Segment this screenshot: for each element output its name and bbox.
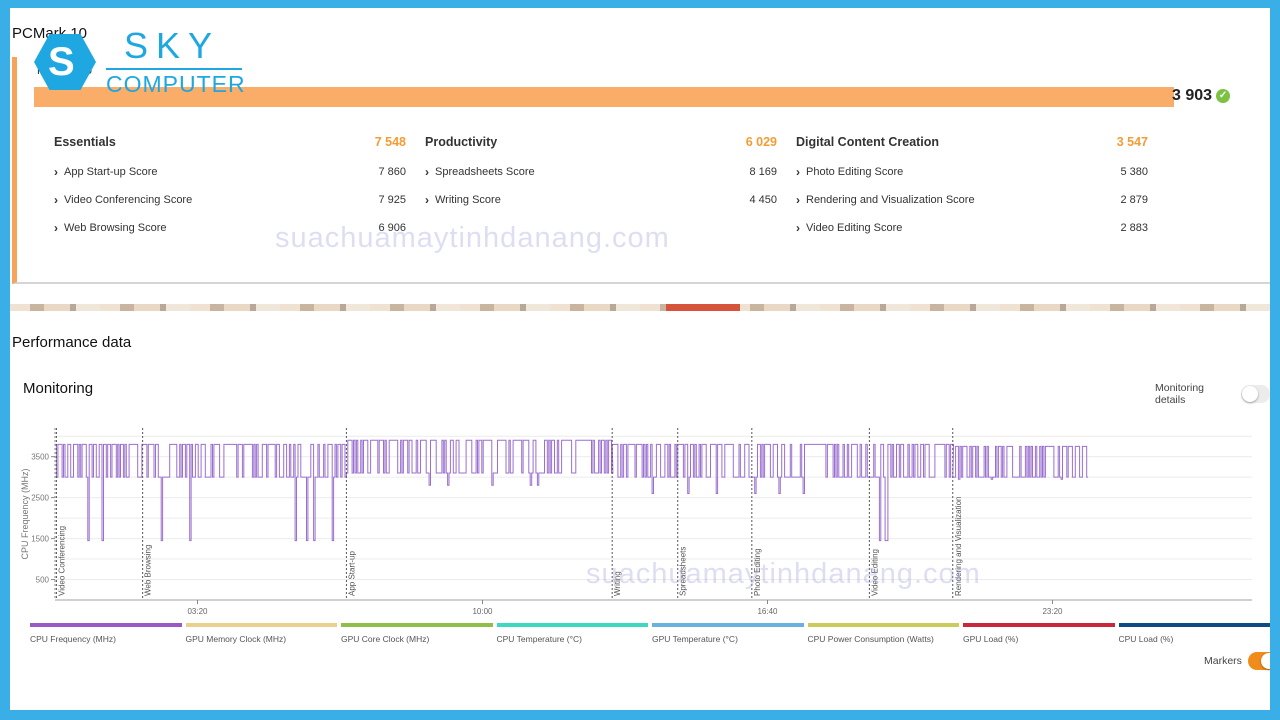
legend-swatch <box>1118 623 1270 627</box>
legend-label: GPU Memory Clock (MHz) <box>185 634 287 644</box>
score-label: Rendering and Visualization Score <box>806 194 975 206</box>
marker-label: App Start-up <box>347 551 356 596</box>
legend-item[interactable]: GPU Memory Clock (MHz) <box>185 623 337 644</box>
group-name: Essentials <box>54 135 116 149</box>
score-value: 5 380 <box>1120 166 1148 178</box>
legend-item[interactable]: CPU Frequency (MHz) <box>30 623 182 644</box>
group-productivity: Productivity 6 029 › Spreadsheets Score 8 1… <box>425 135 777 209</box>
score-row[interactable]: › Video Conferencing Score 7 925 <box>54 191 406 209</box>
legend-swatch <box>341 623 493 627</box>
y-axis-title: CPU Frequency (MHz) <box>20 468 30 559</box>
group-name: Productivity <box>425 135 498 149</box>
legend-label: CPU Frequency (MHz) <box>30 634 116 644</box>
chevron-right-icon: › <box>54 165 58 179</box>
marker-label: Web Browsing <box>144 545 153 596</box>
legend-swatch <box>652 623 804 627</box>
background-strip-accent <box>666 304 740 311</box>
logo-text-sky: SKY <box>124 25 221 66</box>
marker-label: Video Conferencing <box>57 526 66 596</box>
sky-computer-logo: S SKY COMPUTER <box>24 20 246 100</box>
y-tick-label: 3500 <box>31 453 49 462</box>
logo-text-computer: COMPUTER <box>106 71 246 97</box>
markers-label: Markers <box>1204 655 1242 667</box>
y-tick-label: 2500 <box>31 494 49 503</box>
chevron-right-icon: › <box>425 193 429 207</box>
legend-label: GPU Load (%) <box>963 634 1019 644</box>
group-score: 3 547 <box>1116 135 1148 149</box>
monitoring-details-label: Monitoring details <box>1155 382 1205 406</box>
chevron-right-icon: › <box>796 165 800 179</box>
legend-item[interactable]: CPU Load (%) <box>1118 623 1270 644</box>
y-tick-label: 500 <box>36 576 50 585</box>
score-row[interactable]: › Rendering and Visualization Score 2 879 <box>796 191 1148 209</box>
toggle-knob <box>1260 653 1270 669</box>
legend-label: GPU Temperature (°C) <box>652 634 738 644</box>
monitoring-details-control: Monitoring details <box>1155 382 1270 406</box>
background-strip <box>10 304 1270 311</box>
chevron-right-icon: › <box>54 221 58 235</box>
score-value: 2 883 <box>1120 222 1148 234</box>
x-tick-label: 03:20 <box>187 607 208 616</box>
legend-item[interactable]: CPU Power Consumption (Watts) <box>807 623 959 644</box>
chevron-right-icon: › <box>425 165 429 179</box>
legend-item[interactable]: GPU Load (%) <box>963 623 1115 644</box>
x-tick-label: 16:40 <box>757 607 778 616</box>
legend-swatch <box>30 623 182 627</box>
logo-glyph: S <box>48 40 75 84</box>
legend-label: CPU Temperature (°C) <box>496 634 582 644</box>
score-label: Web Browsing Score <box>64 222 167 234</box>
watermark-text: suachuamaytinhdanang.com <box>586 558 981 590</box>
legend-swatch <box>807 623 959 627</box>
legend-swatch <box>963 623 1115 627</box>
logo-hex-icon: S <box>34 34 96 90</box>
score-row[interactable]: › Video Editing Score 2 883 <box>796 219 1148 237</box>
toggle-knob <box>1241 386 1258 402</box>
chevron-right-icon: › <box>796 193 800 207</box>
score-value: 2 879 <box>1120 194 1148 206</box>
group-digital-content-creation: Digital Content Creation 3 547 › Photo Edi… <box>796 135 1148 237</box>
x-tick-label: 10:00 <box>472 607 493 616</box>
chevron-right-icon: › <box>54 193 58 207</box>
group-name: Digital Content Creation <box>796 135 940 149</box>
legend-swatch <box>496 623 648 627</box>
total-score: 3 903 ✓ <box>1172 87 1231 105</box>
score-value: 8 169 <box>749 166 777 178</box>
watermark-text: suachuamaytinhdanang.com <box>275 222 670 254</box>
markers-control: Markers <box>1204 652 1270 670</box>
group-score: 6 029 <box>745 135 777 149</box>
score-label: Photo Editing Score <box>806 166 904 178</box>
total-score-value: 3 903 <box>1172 87 1213 104</box>
score-label: Video Conferencing Score <box>64 194 193 206</box>
monitoring-title: Monitoring <box>23 380 94 397</box>
legend-label: GPU Core Clock (MHz) <box>341 634 430 644</box>
score-value: 4 450 <box>749 194 777 206</box>
legend-item[interactable]: GPU Temperature (°C) <box>652 623 804 644</box>
score-label: App Start-up Score <box>64 166 158 178</box>
score-row[interactable]: › Writing Score 4 450 <box>425 191 777 209</box>
chart-legend: CPU Frequency (MHz) GPU Memory Clock (MHz… <box>30 623 1270 644</box>
score-label: Video Editing Score <box>806 222 903 234</box>
chevron-right-icon: › <box>796 221 800 235</box>
markers-toggle[interactable] <box>1247 652 1270 670</box>
legend-label: CPU Load (%) <box>1118 634 1174 644</box>
score-label: Spreadsheets Score <box>435 166 535 178</box>
pcmark-result-page: PCMark 10 PCMark 10 3 903 ✓ Essentials7 … <box>10 8 1270 710</box>
legend-swatch <box>185 623 337 627</box>
legend-item[interactable]: GPU Core Clock (MHz) <box>341 623 493 644</box>
series-cpu-frequency-line <box>55 439 1089 542</box>
monitoring-details-toggle[interactable] <box>1240 385 1270 403</box>
score-value: 7 925 <box>378 194 406 206</box>
score-label: Writing Score <box>435 194 501 206</box>
score-row[interactable]: › Photo Editing Score 5 380 <box>796 163 1148 181</box>
score-row[interactable]: › App Start-up Score 7 860 <box>54 163 406 181</box>
legend-label: CPU Power Consumption (Watts) <box>807 634 934 644</box>
performance-data-title: Performance data <box>12 334 132 351</box>
score-value: 7 860 <box>378 166 406 178</box>
group-score: 7 548 <box>374 135 406 149</box>
x-tick-label: 23:20 <box>1042 607 1063 616</box>
score-row[interactable]: › Spreadsheets Score 8 169 <box>425 163 777 181</box>
y-tick-label: 1500 <box>31 535 49 544</box>
check-circle-icon: ✓ <box>1216 89 1231 103</box>
legend-item[interactable]: CPU Temperature (°C) <box>496 623 648 644</box>
